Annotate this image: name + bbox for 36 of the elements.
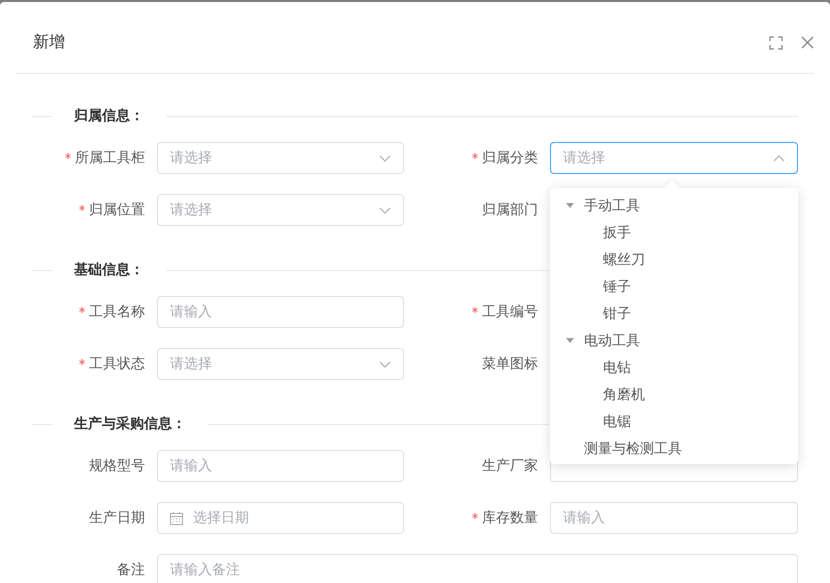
fullscreen-icon[interactable] (769, 36, 783, 50)
field-label: 工具状态 (89, 355, 145, 373)
section-title: 生产与采购信息： (74, 415, 186, 433)
tree-item[interactable]: 手动工具 (584, 196, 640, 214)
section-title: 基础信息： (74, 261, 144, 279)
tree-item[interactable]: 电动工具 (584, 332, 640, 350)
field-label: 生产厂家 (482, 457, 538, 475)
field-label: 备注 (117, 561, 145, 579)
field-label: 菜单图标 (482, 355, 538, 373)
close-icon[interactable] (801, 36, 814, 49)
tree-item[interactable]: 电锯 (603, 412, 631, 430)
caret-icon[interactable] (566, 338, 574, 343)
tree-item[interactable]: 测量与检测工具 (584, 440, 682, 458)
field-label: 工具名称 (89, 303, 145, 321)
tree-item[interactable]: 扳手 (603, 224, 631, 242)
field-label: 规格型号 (89, 457, 145, 475)
field-label: 所属工具柜 (75, 149, 145, 167)
dialog-title: 新增 (33, 32, 66, 53)
field-label: 生产日期 (89, 509, 145, 527)
chevron-icon (379, 206, 391, 214)
field-label: 归属位置 (89, 201, 145, 219)
tree-item[interactable]: 角磨机 (603, 386, 645, 404)
caret-icon[interactable] (566, 203, 574, 208)
field-label: 库存数量 (482, 509, 538, 527)
tree-item[interactable]: 螺丝刀 (603, 250, 645, 268)
chevron-icon (379, 360, 391, 368)
field-label: 归属部门 (482, 201, 538, 219)
field-label: 归属分类 (482, 149, 538, 167)
tree-item[interactable]: 钳子 (603, 304, 631, 322)
calendar-icon (170, 512, 183, 524)
tree-item[interactable]: 锤子 (603, 278, 631, 296)
chevron-icon (379, 154, 391, 162)
field-label: 工具编号 (482, 303, 538, 321)
chevron-icon (773, 154, 785, 162)
tree-item[interactable]: 电钻 (603, 358, 631, 376)
section-title: 归属信息： (74, 107, 144, 125)
